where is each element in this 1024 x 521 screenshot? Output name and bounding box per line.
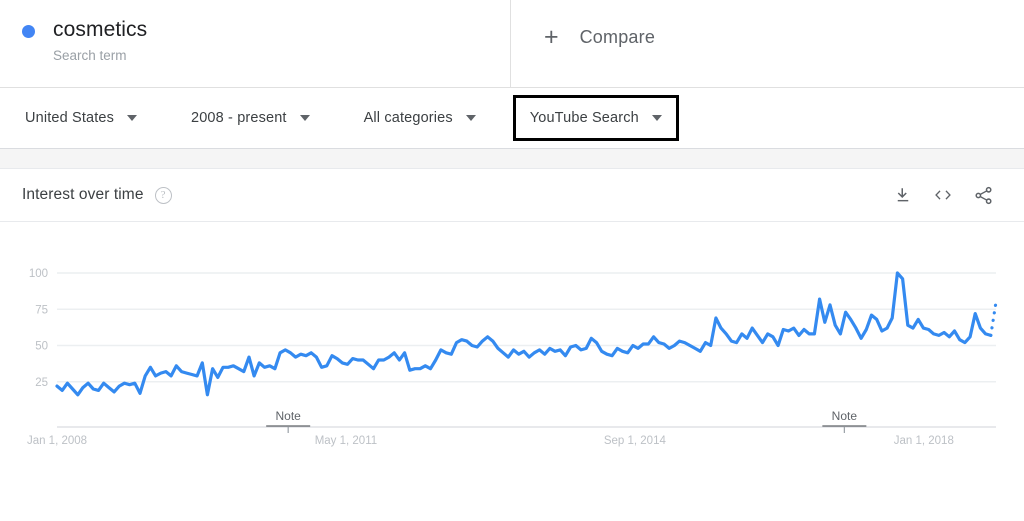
search-term-text: cosmetics Search term [53,17,147,66]
filter-location[interactable]: United States [22,95,154,141]
interest-over-time-chart[interactable]: 25 50 75 100 Jan 1, 2008 May 1, 2011 Sep 1, 20… [0,222,1024,452]
filter-search-type[interactable]: YouTube Search [512,95,679,141]
compare-label: Compare [579,27,656,47]
chevron-down-icon [127,115,137,121]
compare-button[interactable]: + Compare [511,0,1024,87]
help-circle-icon[interactable]: ? [154,186,172,204]
chevron-down-icon [465,115,476,121]
card-title: Interest over time [22,186,144,203]
chevron-down-icon [651,115,662,121]
x-axis-tick-label: Jan 1, 2008 [27,435,87,447]
card-header: Interest over time ? [0,169,1024,222]
x-axis-tick-label: May 1, 2011 [315,435,377,447]
y-axis-tick-label: 100 [29,268,48,280]
chevron-down-icon [299,115,310,121]
filter-time-range[interactable]: 2008 - present [174,95,327,141]
chart-note-label[interactable]: Note [832,409,858,423]
y-axis-tick-label: 25 [35,377,48,389]
y-axis-tick-label: 75 [35,304,48,316]
embed-code-icon[interactable] [926,178,960,212]
card-actions [880,178,1000,212]
x-axis-tick-label: Jan 1, 2018 [894,435,954,447]
search-term-bar: cosmetics Search term + Compare [0,0,1024,88]
interest-over-time-card: Interest over time ? 25 50 75 100 Jan 1,… [0,169,1024,452]
series-color-dot [22,25,35,38]
chart-note-label[interactable]: Note [276,409,302,423]
search-term-card[interactable]: cosmetics Search term [0,0,511,87]
filter-time-range-label: 2008 - present [191,110,287,126]
trend-line-chart[interactable]: 25 50 75 100 Jan 1, 2008 May 1, 2011 Sep 1, 20… [0,222,1024,452]
filter-search-type-label: YouTube Search [529,110,639,126]
search-term-subtitle: Search term [53,48,127,63]
filter-category-label: All categories [363,110,453,126]
section-separator [0,148,1024,169]
search-term-name: cosmetics [53,18,148,41]
filter-category[interactable]: All categories [347,95,493,141]
filter-location-label: United States [25,110,114,126]
y-axis-tick-label: 50 [35,341,48,353]
filter-bar: United States 2008 - present All categor… [0,88,1024,148]
x-axis-tick-label: Sep 1, 2014 [604,435,667,447]
download-icon[interactable] [886,178,920,212]
trend-line [55,271,993,397]
share-icon[interactable] [966,178,1000,212]
plus-icon: + [544,23,559,51]
partial-data-line [989,300,998,337]
